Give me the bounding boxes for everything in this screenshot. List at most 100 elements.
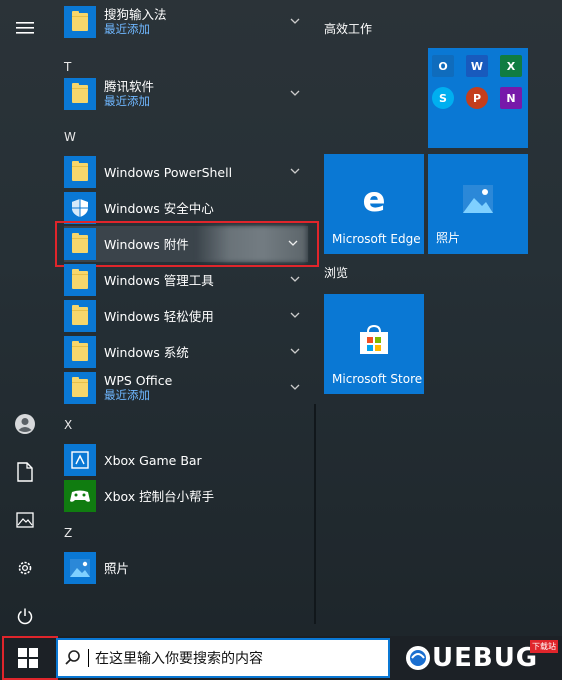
app-name: WPS Office (104, 373, 173, 388)
tile-group-title[interactable]: 浏览 (324, 264, 348, 281)
app-name: Xbox Game Bar (104, 452, 202, 468)
tile-group-title[interactable]: 高效工作 (324, 20, 372, 37)
app-name: Windows 管理工具 (104, 272, 214, 288)
folder-tile (64, 300, 96, 332)
app-name: 腾讯软件 (104, 79, 155, 94)
chevron-down-icon[interactable] (288, 272, 302, 286)
tile-label: Microsoft Store (332, 372, 423, 386)
taskbar: 在这里输入你要搜索的内容 UEBUG 下载站 (0, 636, 562, 680)
office-apps-tile[interactable]: O W X S P N (428, 48, 528, 148)
folder-tile (64, 264, 96, 296)
hamburger-icon (16, 22, 34, 34)
store-icon (360, 324, 388, 354)
tile-label: 照片 (436, 231, 461, 245)
recently-added-label: 最近添加 (104, 22, 150, 36)
app-tencent[interactable]: 腾讯软件 最近添加 (64, 76, 308, 112)
photos-icon (463, 185, 493, 213)
section-header-t[interactable]: T (64, 60, 71, 74)
onenote-icon: N (500, 87, 522, 109)
outlook-icon: O (432, 55, 454, 77)
app-xbox-game-bar[interactable]: Xbox Game Bar (64, 442, 308, 478)
folder-icon (72, 305, 88, 325)
brand-small-text: 下载站 (530, 640, 558, 653)
app-name: Windows PowerShell (104, 164, 233, 180)
shield-icon (72, 199, 88, 217)
photos-tile-large[interactable]: 照片 (428, 154, 528, 254)
folder-icon (72, 161, 88, 181)
gear-icon (18, 561, 32, 575)
app-wps-office[interactable]: WPS Office 最近添加 (64, 370, 308, 406)
folder-icon (72, 11, 88, 31)
left-rail (0, 0, 50, 636)
recently-added-label: 最近添加 (104, 94, 150, 108)
folder-tile (64, 372, 96, 404)
search-icon (65, 650, 80, 665)
section-header-z[interactable]: Z (64, 526, 72, 540)
app-sogou[interactable]: 搜狗输入法 最近添加 (64, 4, 308, 40)
folder-tile (64, 78, 96, 110)
folder-icon (72, 83, 88, 103)
power-icon (17, 608, 33, 625)
app-name: Windows 系统 (104, 344, 189, 360)
tile-label: Microsoft Edge (332, 232, 421, 246)
user-icon (15, 414, 35, 434)
powerpoint-icon: P (466, 87, 488, 109)
watermark-logo: UEBUG 下载站 (404, 640, 562, 676)
settings-button[interactable] (0, 548, 50, 588)
hamburger-menu-button[interactable] (0, 8, 50, 48)
text-caret (88, 649, 89, 667)
app-name: 搜狗输入法 (104, 7, 167, 22)
pictures-button[interactable] (0, 500, 50, 540)
folder-tile (64, 336, 96, 368)
start-menu: 搜狗输入法 最近添加 T 腾讯软件 最近添加 W Windows PowerSh… (0, 0, 562, 636)
folder-icon (72, 341, 88, 361)
word-icon: W (466, 55, 488, 77)
folder-tile (64, 156, 96, 188)
app-xbox-console-companion[interactable]: Xbox 控制台小帮手 (64, 478, 308, 514)
picture-icon (16, 512, 34, 528)
store-tile[interactable]: Microsoft Store (324, 294, 424, 394)
excel-icon: X (500, 55, 522, 77)
user-account-button[interactable] (0, 404, 50, 444)
app-name: 照片 (104, 560, 130, 576)
edge-tile[interactable]: e Microsoft Edge (324, 154, 424, 254)
section-header-w[interactable]: W (64, 130, 76, 144)
xbox-game-bar-icon (71, 451, 89, 469)
app-name: Windows 安全中心 (104, 200, 214, 216)
app-windows-powershell[interactable]: Windows PowerShell (64, 154, 308, 190)
chevron-down-icon[interactable] (288, 86, 302, 100)
photos-icon (70, 559, 90, 577)
highlight-box (55, 221, 319, 267)
folder-tile (64, 6, 96, 38)
app-photos[interactable]: 照片 (64, 550, 308, 586)
chevron-down-icon[interactable] (288, 14, 302, 28)
folder-icon (72, 377, 88, 397)
folder-icon (72, 269, 88, 289)
start-highlight-box (2, 636, 58, 680)
power-button[interactable] (0, 596, 50, 636)
documents-button[interactable] (0, 452, 50, 492)
search-box[interactable]: 在这里输入你要搜索的内容 (56, 638, 390, 678)
svg-text:e: e (362, 184, 385, 216)
photos-tile (64, 552, 96, 584)
edge-icon: e (362, 184, 385, 216)
app-windows-ease-of-access[interactable]: Windows 轻松使用 (64, 298, 308, 334)
section-header-x[interactable]: X (64, 418, 72, 432)
security-tile (64, 192, 96, 224)
xbox-game-bar-tile (64, 444, 96, 476)
chevron-down-icon[interactable] (288, 308, 302, 322)
scrollbar[interactable] (314, 404, 316, 624)
app-windows-admin-tools[interactable]: Windows 管理工具 (64, 262, 308, 298)
brand-globe-icon (406, 646, 430, 670)
skype-icon: S (432, 87, 454, 109)
chevron-down-icon[interactable] (288, 344, 302, 358)
xbox-tile (64, 480, 96, 512)
app-name: Xbox 控制台小帮手 (104, 488, 215, 504)
search-placeholder: 在这里输入你要搜索的内容 (95, 651, 263, 667)
chevron-down-icon[interactable] (288, 164, 302, 178)
brand-text: UEBUG (432, 643, 539, 673)
document-icon (17, 462, 33, 482)
chevron-down-icon[interactable] (288, 380, 302, 394)
app-windows-system[interactable]: Windows 系统 (64, 334, 308, 370)
xbox-controller-icon (70, 490, 90, 502)
